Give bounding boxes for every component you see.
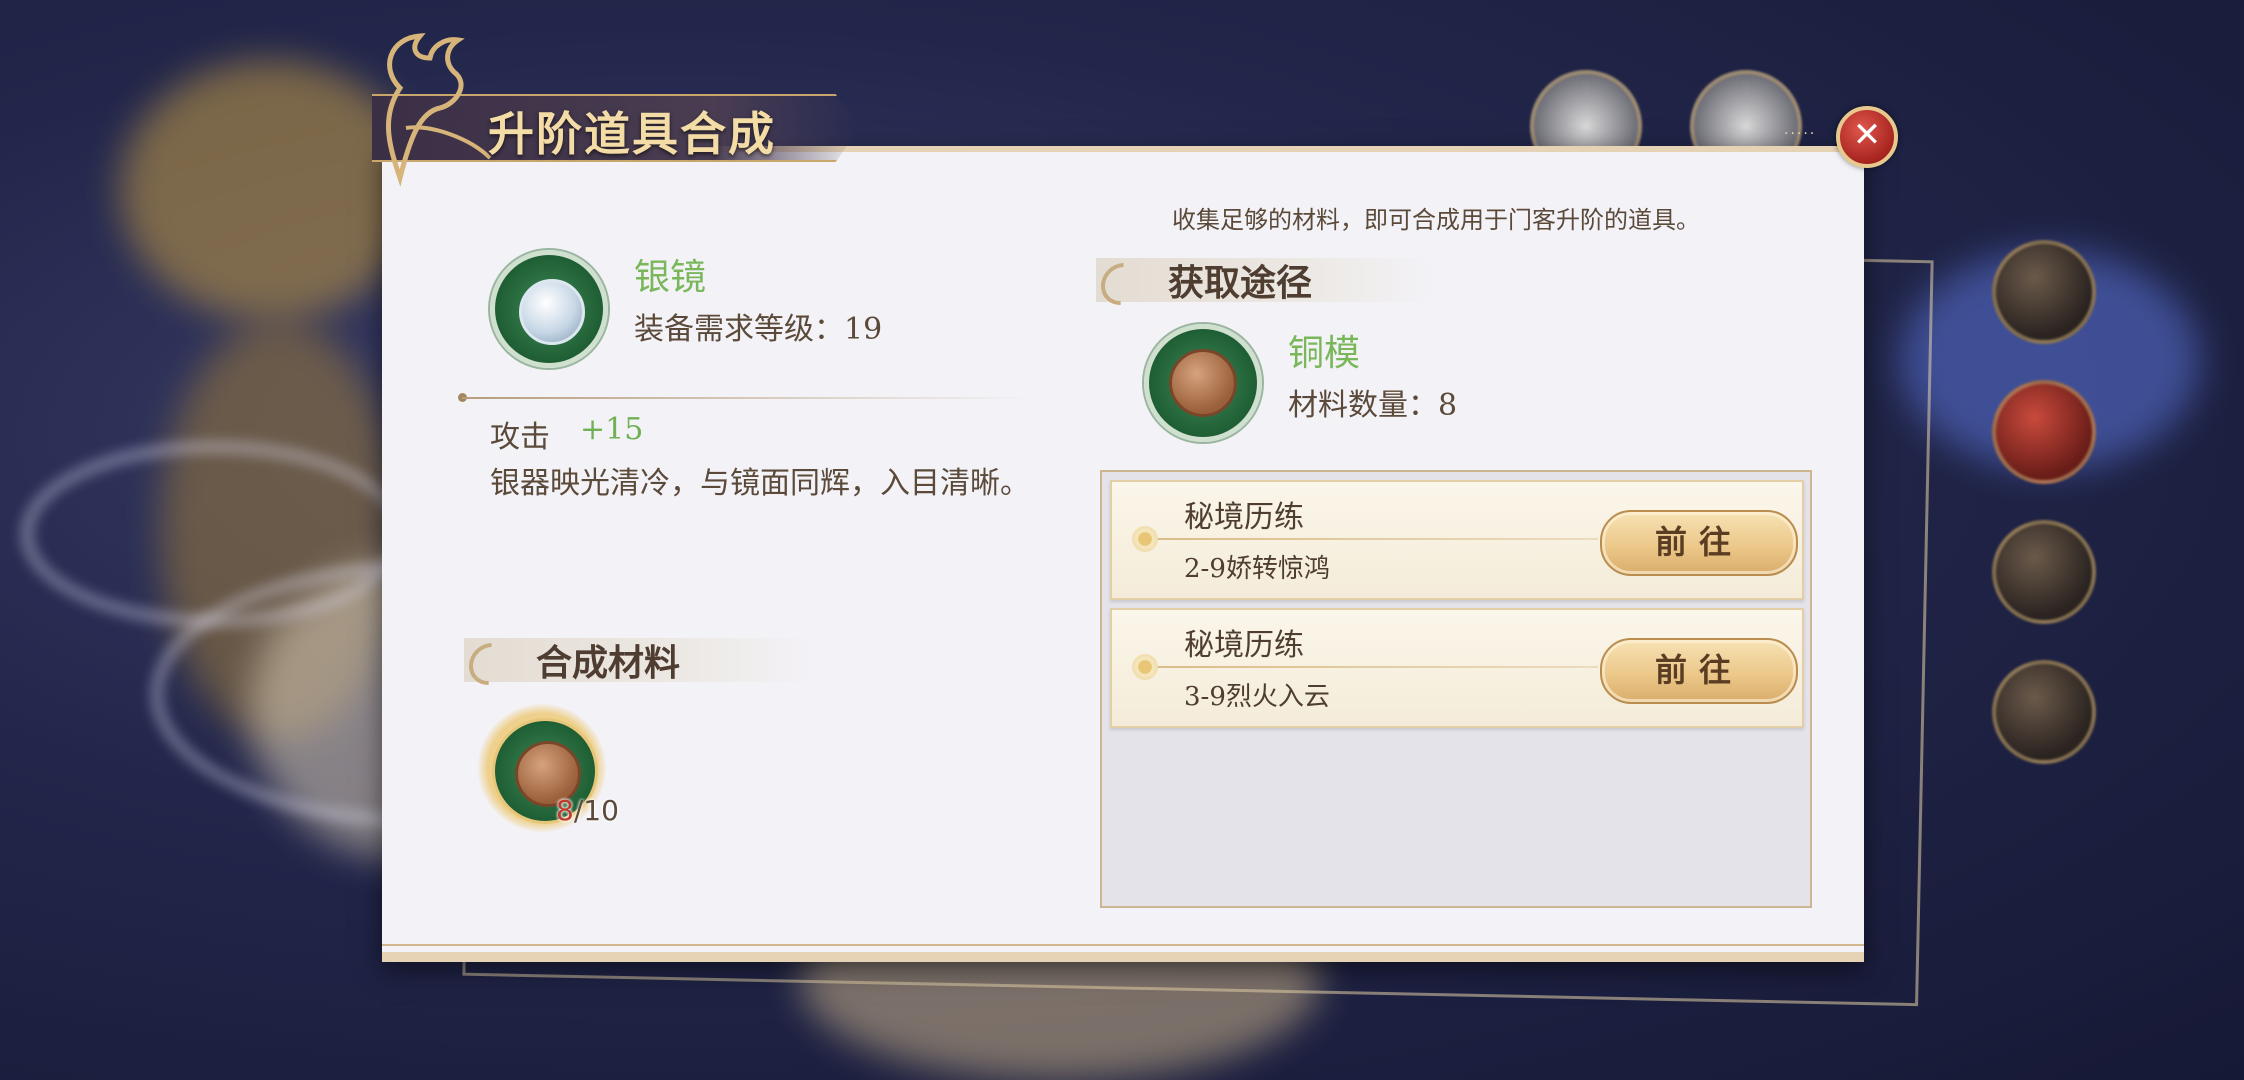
silver-mirror-icon[interactable] <box>490 250 608 368</box>
route-line <box>1158 666 1598 668</box>
route-bullet-icon <box>1132 526 1158 552</box>
material-count: 8/10 <box>556 794 619 827</box>
close-button[interactable]: ✕ <box>1836 106 1898 168</box>
route-bullet-icon <box>1132 654 1158 680</box>
materials-section-title: 合成材料 <box>536 642 681 684</box>
item-description: 银器映光清冷，与镜面同辉，入目清晰。 <box>490 466 1030 501</box>
route-card: 秘境历练 3-9烈火入云 前往 <box>1110 608 1804 728</box>
route-title: 秘境历练 <box>1184 500 1304 535</box>
source-material-name: 铜模 <box>1288 333 1361 374</box>
attribute-label: 攻击 <box>490 420 550 455</box>
go-button[interactable]: 前往 <box>1600 510 1798 576</box>
synthesis-hint: 收集足够的材料，即可合成用于门客升阶的道具。 <box>1172 206 1700 234</box>
dialog-title: 升阶道具合成 <box>488 107 776 161</box>
route-list[interactable]: 秘境历练 2-9娇转惊鸿 前往 秘境历练 3-9烈火入云 前往 <box>1100 470 1812 908</box>
route-title: 秘境历练 <box>1184 628 1304 663</box>
deer-emblem-icon <box>385 33 492 187</box>
item-level-requirement: 装备需求等级：19 <box>634 312 883 347</box>
material-have: 8 <box>556 794 574 827</box>
route-stage: 3-9烈火入云 <box>1184 682 1330 712</box>
divider <box>462 397 1032 399</box>
go-button[interactable]: 前往 <box>1600 638 1798 704</box>
route-stage: 2-9娇转惊鸿 <box>1184 554 1330 584</box>
source-material-quantity: 材料数量：8 <box>1288 388 1458 423</box>
side-menu-icon <box>1992 520 2096 624</box>
item-name: 银镜 <box>634 257 707 298</box>
side-menu-icon <box>1992 380 2096 484</box>
panel-bottom-line <box>382 944 1864 946</box>
close-decoration: ····· <box>1784 126 1817 142</box>
route-line <box>1158 538 1598 540</box>
copper-mold-icon <box>1169 349 1237 417</box>
material-need: /10 <box>573 794 619 827</box>
sources-section-title: 获取途径 <box>1168 262 1313 304</box>
attribute-value: +15 <box>580 412 644 447</box>
side-menu-icon <box>1992 660 2096 764</box>
route-card: 秘境历练 2-9娇转惊鸿 前往 <box>1110 480 1804 600</box>
mirror-icon <box>519 279 585 345</box>
side-menu-icon <box>1992 240 2096 344</box>
copper-mold-slot[interactable] <box>1144 324 1262 442</box>
